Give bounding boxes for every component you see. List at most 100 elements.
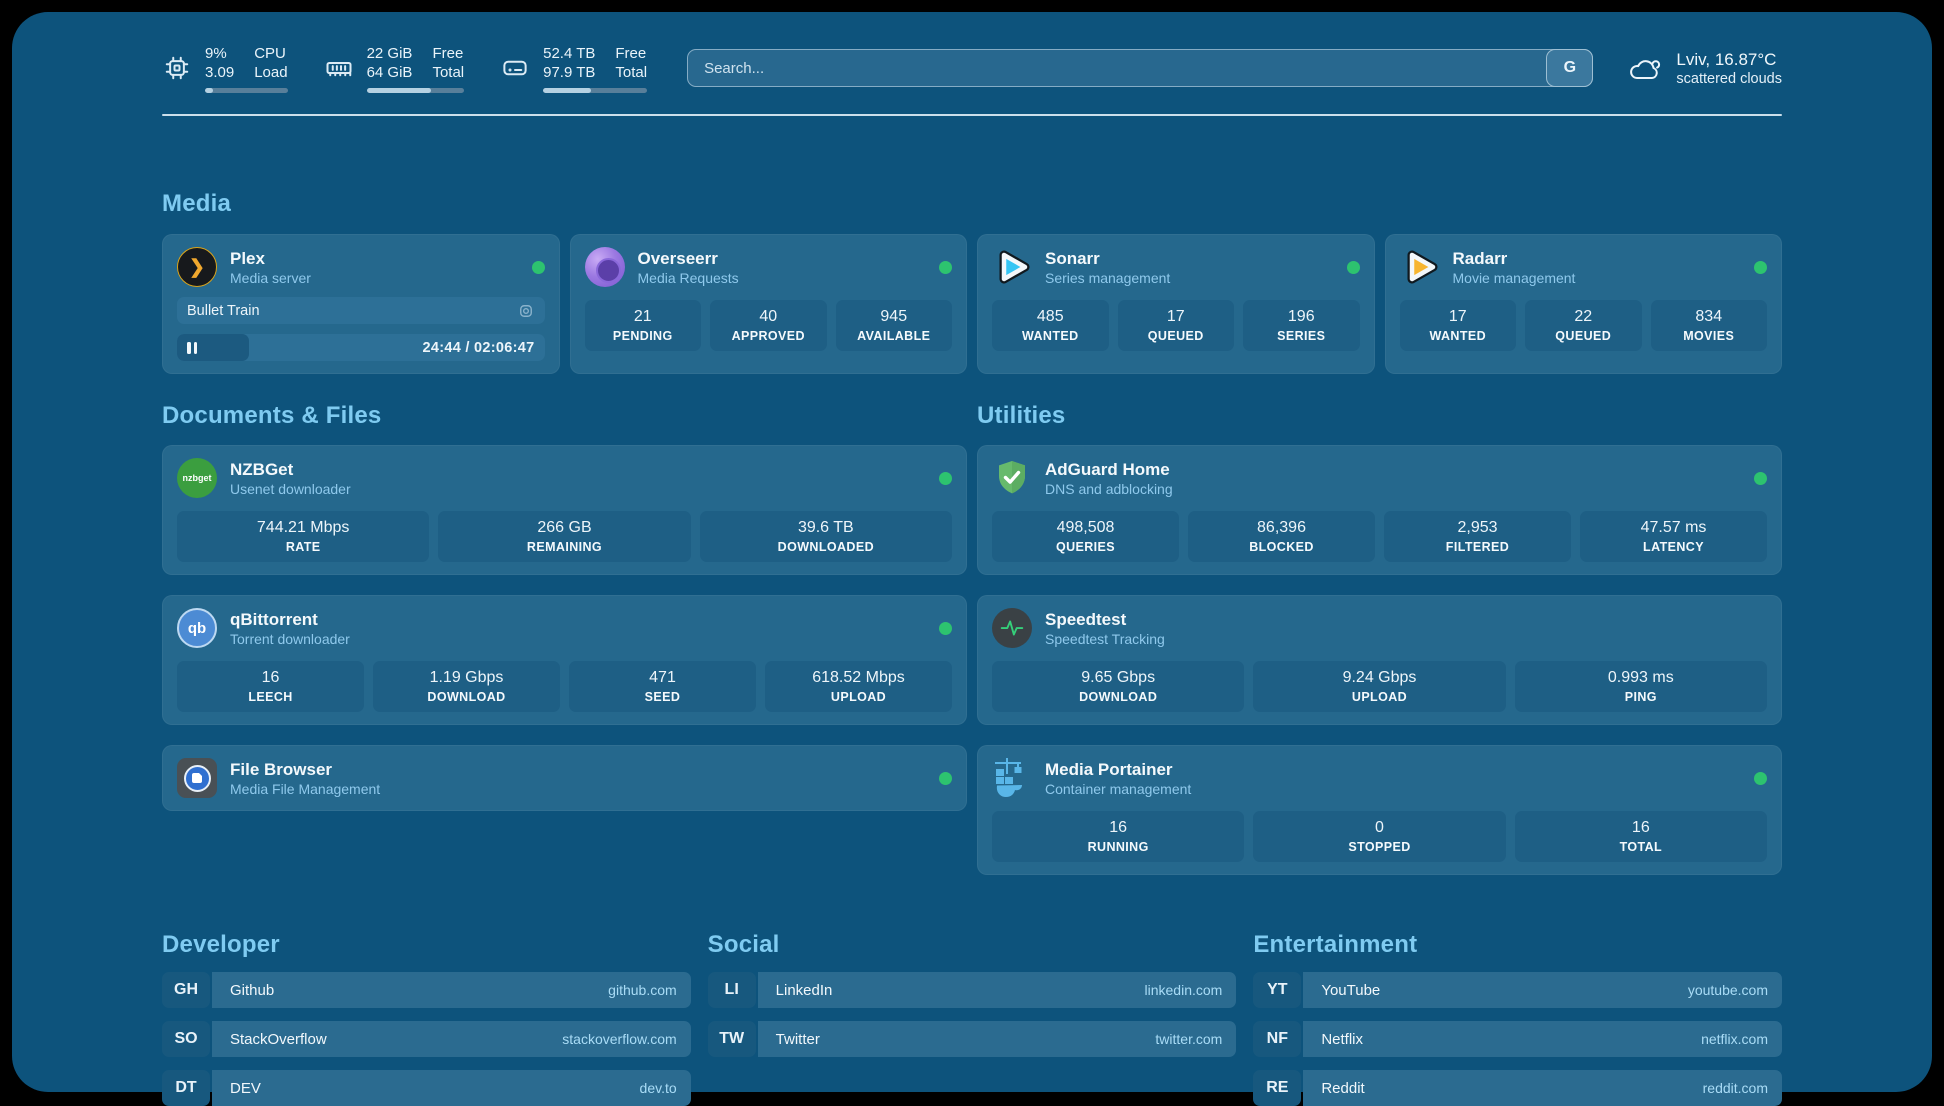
- card-subtitle: Container management: [1045, 780, 1191, 798]
- link-abbr-badge: NF: [1253, 1021, 1301, 1057]
- link-abbr-badge: TW: [708, 1021, 756, 1057]
- stat-tile: 196 SERIES: [1243, 300, 1360, 351]
- link-dev[interactable]: DT DEV dev.to: [162, 1070, 691, 1106]
- link-netflix[interactable]: NF Netflix netflix.com: [1253, 1021, 1782, 1057]
- speedtest-icon: [992, 608, 1032, 648]
- card-title: Media Portainer: [1045, 759, 1191, 780]
- link-domain: linkedin.com: [1145, 982, 1223, 998]
- status-dot-online: [939, 472, 952, 485]
- card-subtitle: DNS and adblocking: [1045, 480, 1173, 498]
- memory-free-label: Free: [432, 44, 464, 63]
- plex-icon: ❯: [177, 247, 217, 287]
- link-name: YouTube: [1321, 982, 1380, 999]
- system-stats: 9% 3.09 CPU Load: [162, 44, 647, 93]
- card-subtitle: Series management: [1045, 269, 1170, 287]
- link-linkedin[interactable]: LI LinkedIn linkedin.com: [708, 972, 1237, 1008]
- status-dot-online: [939, 772, 952, 785]
- stat-tile: 471 SEED: [569, 661, 756, 712]
- sonarr-icon: [992, 247, 1032, 287]
- memory-progress-fill: [367, 88, 431, 93]
- card-nzbget[interactable]: nzbget NZBGet Usenet downloader 744.21 M…: [162, 445, 967, 575]
- pause-icon[interactable]: [187, 342, 197, 354]
- cpu-chip-icon: [162, 53, 192, 83]
- link-abbr-badge: YT: [1253, 972, 1301, 1008]
- card-radarr[interactable]: Radarr Movie management 17 WANTED 22 QUE…: [1385, 234, 1783, 374]
- gear-icon[interactable]: [517, 302, 535, 320]
- status-dot-online: [939, 261, 952, 274]
- playback-time: 24:44 / 02:06:47: [422, 340, 534, 356]
- link-github[interactable]: GH Github github.com: [162, 972, 691, 1008]
- link-domain: netflix.com: [1701, 1031, 1768, 1047]
- link-twitter[interactable]: TW Twitter twitter.com: [708, 1021, 1237, 1057]
- link-reddit[interactable]: RE Reddit reddit.com: [1253, 1070, 1782, 1106]
- stat-tile: 16 LEECH: [177, 661, 364, 712]
- stat-tile: 86,396 BLOCKED: [1188, 511, 1375, 562]
- cpu-load-value: 3.09: [205, 63, 234, 82]
- card-portainer[interactable]: Media Portainer Container management 16 …: [977, 745, 1782, 875]
- weather-location: Lviv, 16.87°C: [1676, 49, 1782, 70]
- stat-tile: 9.65 Gbps DOWNLOAD: [992, 661, 1244, 712]
- disk-free-label: Free: [615, 44, 647, 63]
- card-qbittorrent[interactable]: qb qBittorrent Torrent downloader 16 LEE…: [162, 595, 967, 725]
- cpu-widget: 9% 3.09 CPU Load: [162, 44, 288, 93]
- link-name: Twitter: [776, 1031, 820, 1048]
- link-stackoverflow[interactable]: SO StackOverflow stackoverflow.com: [162, 1021, 691, 1057]
- status-dot-online: [532, 261, 545, 274]
- stat-tile: 9.24 Gbps UPLOAD: [1253, 661, 1505, 712]
- disk-progress-bar: [543, 88, 647, 93]
- stat-tile: 39.6 TB DOWNLOADED: [700, 511, 952, 562]
- entertainment-section-title: Entertainment: [1253, 931, 1782, 959]
- memory-total-value: 64 GiB: [367, 63, 413, 82]
- section-media: Media ❯ Plex Media server Bullet Train: [162, 190, 1782, 374]
- card-adguard[interactable]: AdGuard Home DNS and adblocking 498,508 …: [977, 445, 1782, 575]
- link-domain: twitter.com: [1155, 1031, 1222, 1047]
- link-abbr-badge: LI: [708, 972, 756, 1008]
- link-youtube[interactable]: YT YouTube youtube.com: [1253, 972, 1782, 1008]
- link-abbr-badge: RE: [1253, 1070, 1301, 1106]
- card-title: File Browser: [230, 759, 380, 780]
- link-domain: youtube.com: [1688, 982, 1768, 998]
- plex-progress-row: 24:44 / 02:06:47: [177, 334, 545, 361]
- status-dot-online: [1347, 261, 1360, 274]
- overseerr-icon: [585, 247, 625, 287]
- cpu-progress-bar: [205, 88, 288, 93]
- link-domain: reddit.com: [1703, 1080, 1768, 1096]
- section-entertainment: Entertainment YT YouTube youtube.com NF …: [1253, 931, 1782, 1106]
- card-subtitle: Media server: [230, 269, 311, 287]
- link-domain: github.com: [608, 982, 676, 998]
- stat-tile: 485 WANTED: [992, 300, 1109, 351]
- stat-tile: 618.52 Mbps UPLOAD: [765, 661, 952, 712]
- card-title: Radarr: [1453, 248, 1576, 269]
- link-abbr-badge: SO: [162, 1021, 210, 1057]
- card-speedtest[interactable]: Speedtest Speedtest Tracking 9.65 Gbps D…: [977, 595, 1782, 725]
- card-subtitle: Media Requests: [638, 269, 739, 287]
- card-overseerr[interactable]: Overseerr Media Requests 21 PENDING 40 A…: [570, 234, 968, 374]
- search-engine-button[interactable]: G: [1546, 49, 1593, 87]
- card-subtitle: Speedtest Tracking: [1045, 630, 1165, 648]
- memory-total-label: Total: [432, 63, 464, 82]
- card-title: Speedtest: [1045, 609, 1165, 630]
- search-bar: G: [687, 49, 1593, 87]
- card-title: qBittorrent: [230, 609, 350, 630]
- card-title: Sonarr: [1045, 248, 1170, 269]
- card-filebrowser[interactable]: File Browser Media File Management: [162, 745, 967, 811]
- stat-tile: 2,953 FILTERED: [1384, 511, 1571, 562]
- stat-tile: 1.19 Gbps DOWNLOAD: [373, 661, 560, 712]
- stat-tile: 40 APPROVED: [710, 300, 827, 351]
- stat-tile: 0.993 ms PING: [1515, 661, 1767, 712]
- stat-tile: 498,508 QUERIES: [992, 511, 1179, 562]
- status-dot-online: [1754, 772, 1767, 785]
- header-divider: [162, 114, 1782, 116]
- link-abbr-badge: GH: [162, 972, 210, 1008]
- search-input[interactable]: [687, 49, 1593, 87]
- link-name: LinkedIn: [776, 982, 833, 999]
- qbittorrent-icon: qb: [177, 608, 217, 648]
- plex-now-playing-row: Bullet Train: [177, 297, 545, 324]
- disk-total-label: Total: [615, 63, 647, 82]
- link-domain: dev.to: [640, 1080, 677, 1096]
- card-sonarr[interactable]: Sonarr Series management 485 WANTED 17 Q…: [977, 234, 1375, 374]
- hdd-icon: [500, 53, 530, 83]
- card-subtitle: Torrent downloader: [230, 630, 350, 648]
- stat-tile: 47.57 ms LATENCY: [1580, 511, 1767, 562]
- card-plex[interactable]: ❯ Plex Media server Bullet Train: [162, 234, 560, 374]
